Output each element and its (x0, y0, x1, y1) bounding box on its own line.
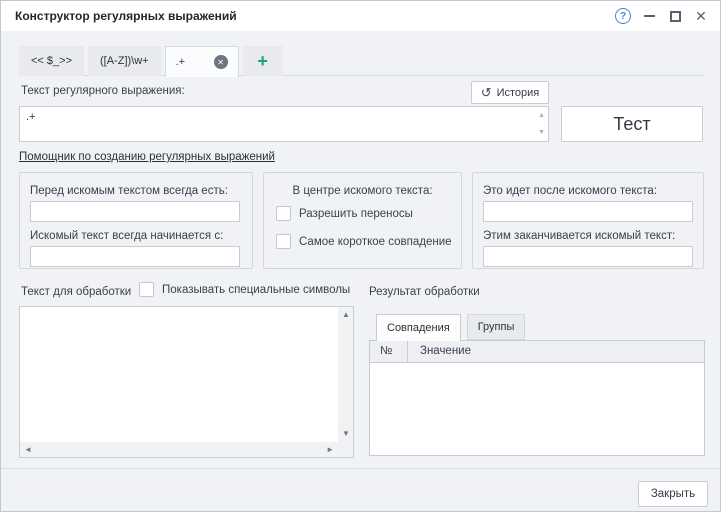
test-button-label: Тест (613, 114, 650, 135)
show-special-label: Показывать специальные символы (162, 284, 350, 296)
tab-label: ([A-Z])\w+ (100, 55, 149, 67)
shortest-match-checkbox-row[interactable]: Самое короткое совпадение (276, 234, 452, 249)
ends-with-label: Этим заканчивается искомый текст: (483, 230, 675, 242)
history-button[interactable]: ↺ История (471, 81, 549, 104)
help-button[interactable]: ? (610, 1, 636, 31)
shortest-match-label: Самое короткое совпадение (299, 236, 452, 248)
window-controls: ? ✕ (610, 1, 714, 31)
groupbox-before-text: Перед искомым текстом всегда есть: Иском… (19, 172, 253, 269)
column-header-number[interactable]: № (370, 341, 408, 362)
checkbox-icon[interactable] (139, 282, 154, 297)
results-tabbar: Совпадения Группы (376, 314, 525, 341)
history-button-label: История (497, 87, 540, 99)
scroll-down-icon[interactable]: ▼ (342, 430, 350, 438)
scroll-right-icon[interactable]: ► (326, 446, 334, 454)
checkbox-icon[interactable] (276, 234, 291, 249)
results-label: Результат обработки (369, 286, 480, 298)
scroll-up-icon[interactable]: ▲ (342, 311, 350, 319)
regex-constructor-window: Конструктор регулярных выражений ? ✕ << … (0, 0, 721, 512)
tab-matches[interactable]: Совпадения (376, 314, 461, 341)
column-header-value[interactable]: Значение (408, 341, 704, 362)
maximize-button[interactable] (662, 1, 688, 31)
before-text-input[interactable] (30, 201, 240, 222)
test-button[interactable]: Тест (561, 106, 703, 142)
spin-down-icon[interactable]: ▼ (538, 129, 545, 136)
show-special-checkbox-row[interactable]: Показывать специальные символы (139, 282, 350, 297)
ends-with-input[interactable] (483, 246, 693, 267)
maximize-icon (670, 11, 681, 22)
close-dialog-label: Закрыть (651, 488, 695, 500)
regex-helper-link[interactable]: Помощник по созданию регулярных выражени… (19, 151, 275, 163)
processing-text-label: Текст для обработки (21, 286, 131, 298)
regex-value: .+ (26, 111, 35, 123)
tab-groups[interactable]: Группы (467, 314, 526, 340)
processing-textarea[interactable]: ▲ ▼ ◄ ► (19, 306, 354, 458)
tab-label: << $_>> (31, 55, 72, 67)
results-table-header: № Значение (370, 341, 704, 363)
history-icon: ↺ (481, 86, 492, 99)
regex-input[interactable]: .+ ▲ ▼ (19, 106, 549, 142)
scroll-left-icon[interactable]: ◄ (24, 446, 32, 454)
after-text-label: Это идет после искомого текста: (483, 185, 657, 197)
groupbox-after-text: Это идет после искомого текста: Этим зак… (472, 172, 704, 269)
starts-with-label: Искомый текст всегда начинается с: (30, 230, 223, 242)
window-title: Конструктор регулярных выражений (15, 1, 237, 31)
results-table: № Значение (369, 340, 705, 456)
regex-label: Текст регулярного выражения: (21, 85, 185, 97)
allow-linebreaks-label: Разрешить переносы (299, 208, 413, 220)
scrollbar-corner (338, 442, 353, 457)
vertical-scrollbar[interactable]: ▲ ▼ (338, 307, 353, 442)
help-icon: ? (615, 8, 631, 24)
tab-label: .+ (176, 56, 185, 68)
checkbox-icon[interactable] (276, 206, 291, 221)
minimize-icon (644, 15, 655, 17)
tab-expression-1[interactable]: << $_>> (19, 46, 84, 76)
close-window-button[interactable]: ✕ (688, 1, 714, 31)
minimize-button[interactable] (636, 1, 662, 31)
starts-with-input[interactable] (30, 246, 240, 267)
spin-up-icon[interactable]: ▲ (538, 112, 545, 119)
horizontal-scrollbar[interactable]: ◄ ► (20, 442, 338, 457)
add-tab-button[interactable]: + (243, 46, 283, 76)
footer-divider (1, 468, 720, 469)
plus-icon: + (257, 51, 268, 72)
after-text-input[interactable] (483, 201, 693, 222)
close-icon: ✕ (695, 9, 707, 23)
results-table-body[interactable] (370, 363, 704, 455)
tab-expression-2[interactable]: ([A-Z])\w+ (88, 46, 161, 76)
before-text-label: Перед искомым текстом всегда есть: (30, 185, 228, 197)
tab-close-icon[interactable]: ✕ (214, 55, 228, 69)
allow-linebreaks-checkbox-row[interactable]: Разрешить переносы (276, 206, 413, 221)
center-text-title: В центре искомого текста: (264, 185, 461, 197)
close-dialog-button[interactable]: Закрыть (638, 481, 708, 507)
processing-text-value (24, 310, 335, 439)
titlebar: Конструктор регулярных выражений ? ✕ (1, 1, 720, 31)
expression-tabbar: << $_>> ([A-Z])\w+ .+ ✕ + (19, 46, 283, 76)
tab-matches-label: Совпадения (387, 322, 450, 334)
groupbox-center-text: В центре искомого текста: Разрешить пере… (263, 172, 462, 269)
tab-expression-3-active[interactable]: .+ ✕ (165, 46, 239, 77)
tab-groups-label: Группы (478, 321, 515, 333)
